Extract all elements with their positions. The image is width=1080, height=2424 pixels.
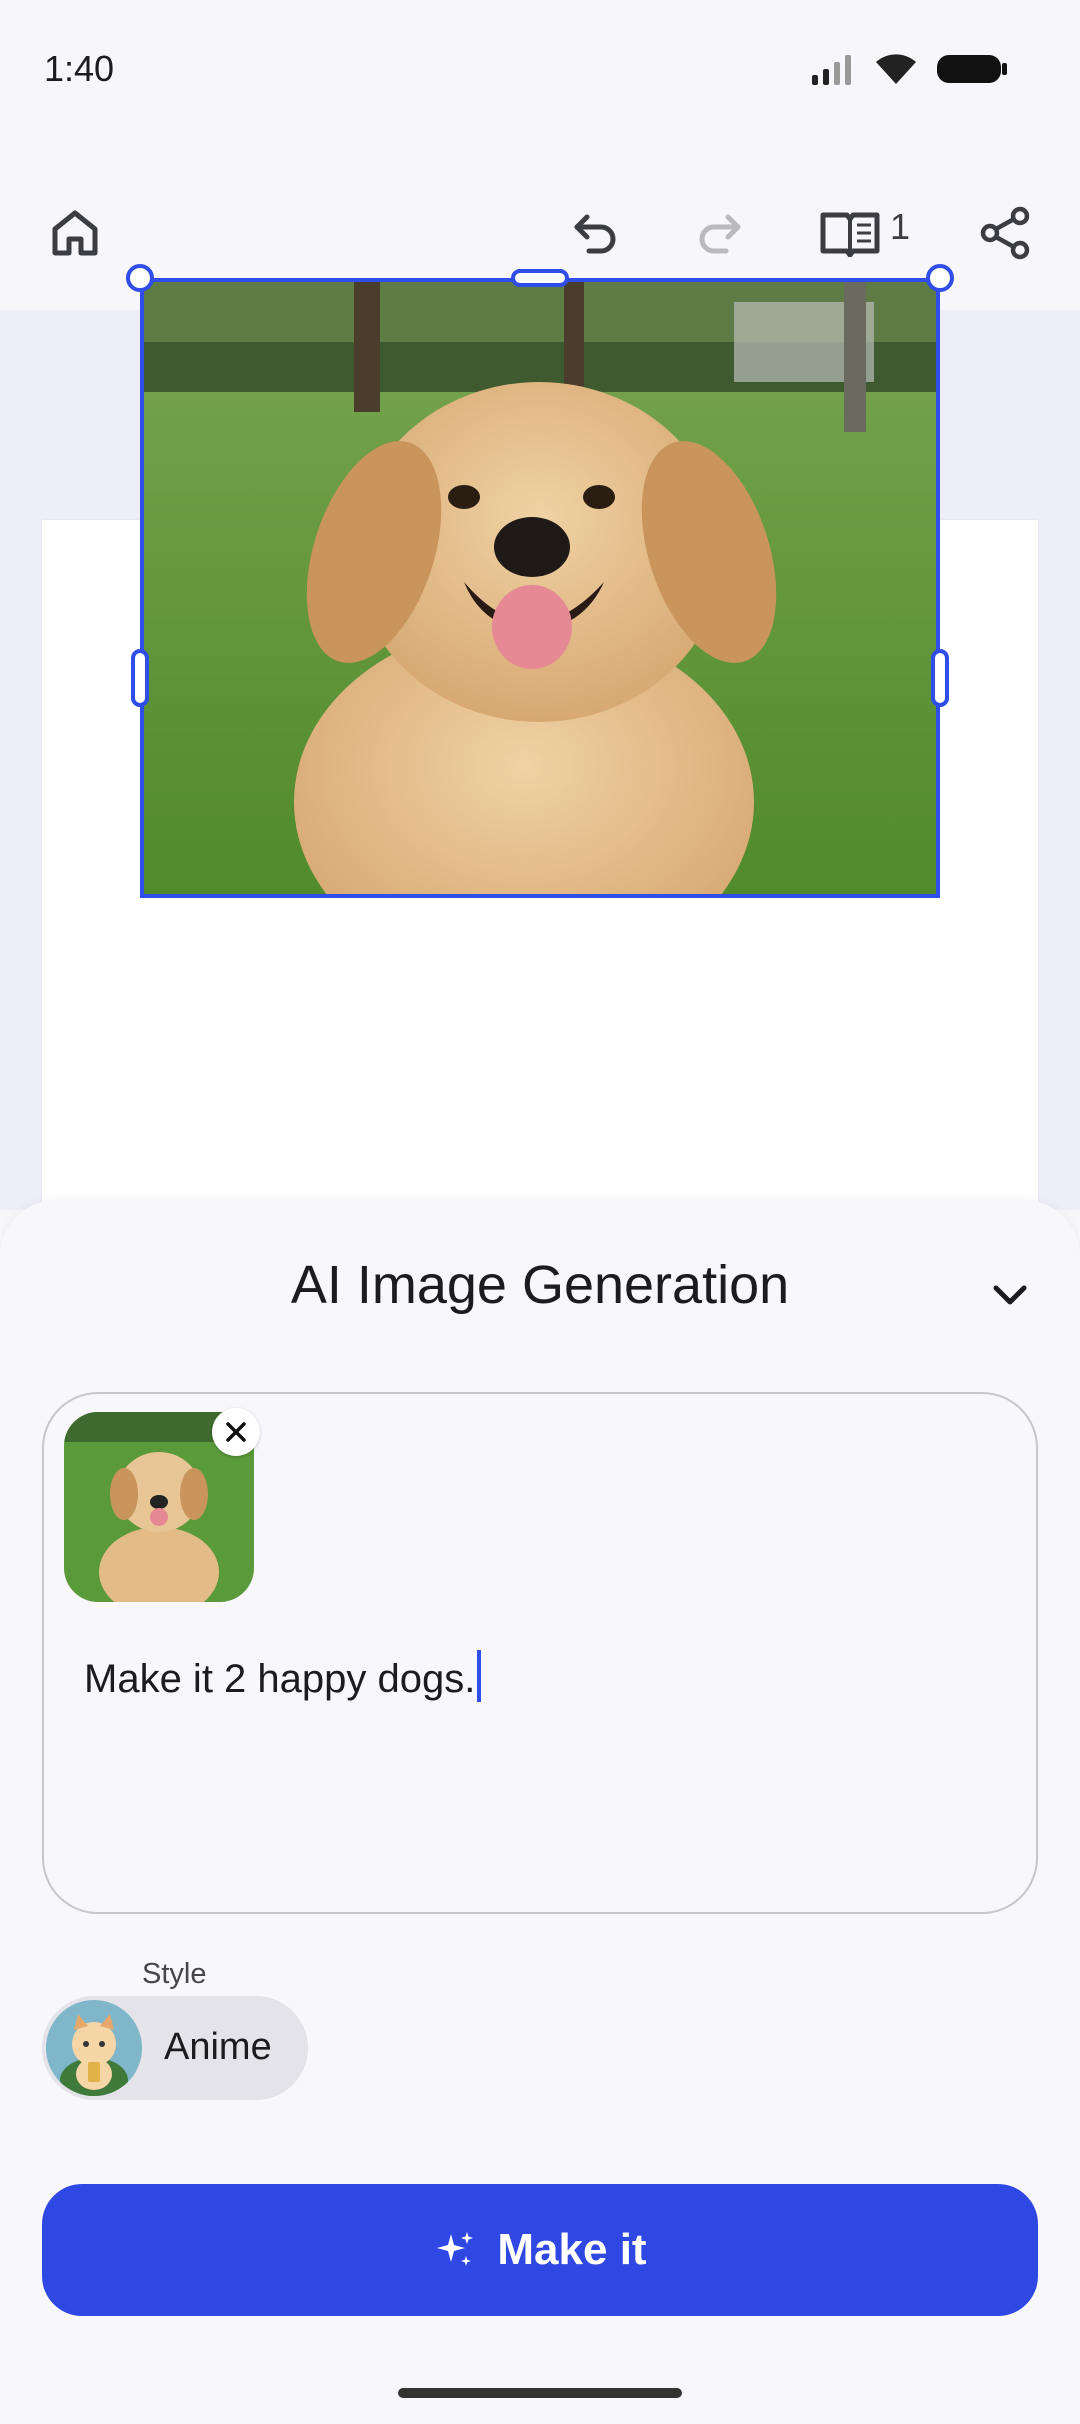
battery-icon (937, 55, 1007, 83)
resize-handle-right[interactable] (931, 649, 949, 707)
make-it-label: Make it (497, 2225, 647, 2274)
share-button[interactable] (970, 198, 1040, 268)
status-bar: 1:40 (0, 0, 1080, 140)
sheet-title: AI Image Generation (290, 1255, 790, 1315)
book-icon (820, 212, 880, 257)
anime-cat-avatar (46, 2000, 142, 2096)
home-button[interactable] (40, 198, 110, 268)
redo-button[interactable] (685, 198, 755, 268)
redo-icon (699, 214, 741, 254)
home-indicator[interactable] (398, 2388, 682, 2398)
home-icon (52, 210, 98, 256)
resize-handle-top-right[interactable] (926, 264, 954, 292)
style-chip[interactable]: Anime (42, 1996, 308, 2100)
text-caret (477, 1650, 482, 1702)
chevron-down-icon (993, 1285, 1027, 1305)
undo-button[interactable] (560, 198, 630, 268)
ai-generation-sheet: AI Image Generation Make it 2 happy dogs (0, 1200, 1080, 2424)
resize-handle-top-left[interactable] (126, 264, 154, 292)
remove-reference-button[interactable] (212, 1408, 260, 1456)
share-icon (980, 206, 1030, 260)
sparkle-icon (437, 2232, 474, 2266)
undo-icon (574, 214, 616, 254)
page-count: 1 (890, 206, 911, 247)
style-label: Style (142, 1958, 207, 1990)
make-it-button[interactable]: Make it (42, 2184, 1038, 2316)
collapse-sheet-button[interactable] (980, 1266, 1040, 1326)
status-icons (810, 52, 1008, 86)
resize-handle-top[interactable] (511, 269, 569, 287)
prompt-input[interactable]: Make it 2 happy dogs. (42, 1392, 1038, 1914)
status-time: 1:40 (44, 48, 115, 89)
signal-icon (812, 55, 851, 85)
close-icon (226, 1422, 246, 1442)
prompt-text: Make it 2 happy dogs. (84, 1657, 476, 1701)
selected-photo[interactable] (140, 278, 940, 898)
pages-button[interactable] (812, 198, 888, 268)
wifi-icon (876, 54, 916, 84)
style-name: Anime (164, 2026, 272, 2068)
prompt-text-wrapper: Make it 2 happy dogs. (84, 1650, 482, 1702)
resize-handle-left[interactable] (131, 649, 149, 707)
dog-photo (144, 282, 936, 894)
